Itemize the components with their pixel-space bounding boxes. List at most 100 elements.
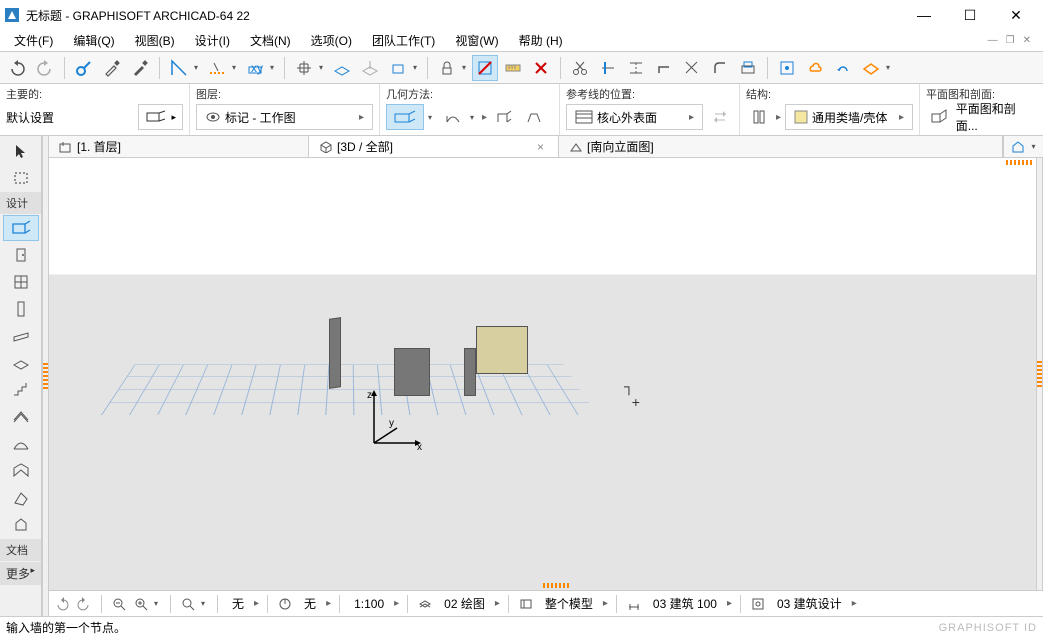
show-button[interactable] xyxy=(858,55,884,81)
box-button[interactable] xyxy=(385,55,411,81)
ruler-button[interactable] xyxy=(166,55,192,81)
zoom-out-button[interactable] xyxy=(110,595,128,613)
menu-help[interactable]: 帮助 (H) xyxy=(509,30,573,51)
menu-view[interactable]: 视图(B) xyxy=(125,30,185,51)
layer-selector[interactable]: 标记 - 工作图 ▸ xyxy=(196,104,373,130)
section-button[interactable] xyxy=(774,55,800,81)
dropdown-icon[interactable]: ▾ xyxy=(194,63,202,72)
menu-file[interactable]: 文件(F) xyxy=(4,30,63,51)
minimize-button[interactable]: — xyxy=(901,0,947,30)
slab-tool[interactable] xyxy=(3,350,39,376)
object-tool[interactable] xyxy=(3,512,39,538)
adjust-button[interactable] xyxy=(651,55,677,81)
morph-tool[interactable] xyxy=(3,485,39,511)
dropdown-icon[interactable]: ▾ xyxy=(428,113,436,122)
geom-trapezoid-button[interactable] xyxy=(521,104,547,130)
menu-document[interactable]: 文档(N) xyxy=(240,30,301,51)
eyedropper-button[interactable] xyxy=(99,55,125,81)
intersect-button[interactable] xyxy=(679,55,705,81)
wall-settings-button[interactable]: ▸ xyxy=(138,104,183,130)
door-tool[interactable] xyxy=(3,242,39,268)
scale-value[interactable]: 1:100 xyxy=(348,597,390,611)
window-tool[interactable] xyxy=(3,269,39,295)
suspend-button[interactable] xyxy=(472,55,498,81)
menu-design[interactable]: 设计(I) xyxy=(185,30,240,51)
menu-window[interactable]: 视窗(W) xyxy=(445,30,508,51)
wall-tool[interactable] xyxy=(3,215,39,241)
mdi-minimize-icon[interactable]: — xyxy=(986,35,1000,46)
roof-tool[interactable] xyxy=(3,404,39,430)
structure-basic-button[interactable] xyxy=(746,104,772,130)
more-section-label[interactable]: 更多 ▸ xyxy=(0,562,41,585)
inject-button[interactable] xyxy=(127,55,153,81)
flip-button[interactable] xyxy=(707,104,733,130)
right-drag-handle[interactable] xyxy=(1036,158,1043,590)
brand-label[interactable]: GRAPHISOFT ID xyxy=(939,622,1037,634)
fillet-button[interactable] xyxy=(707,55,733,81)
design-value[interactable]: 03 建筑设计 xyxy=(771,595,848,612)
geom-straight-button[interactable] xyxy=(386,104,424,130)
dropdown-icon[interactable]: ▾ xyxy=(270,63,278,72)
nav-back-button[interactable] xyxy=(53,595,71,613)
structure-selector[interactable]: 通用类墙/壳体 ▸ xyxy=(785,104,913,130)
cut-button[interactable] xyxy=(567,55,593,81)
quick-none-1[interactable]: 无 xyxy=(226,595,250,612)
beam-tool[interactable] xyxy=(3,323,39,349)
resize-button[interactable] xyxy=(735,55,761,81)
dropdown-icon[interactable]: ▾ xyxy=(413,63,421,72)
stair-tool[interactable] xyxy=(3,377,39,403)
geom-box-button[interactable] xyxy=(491,104,517,130)
dropdown-icon[interactable]: ▾ xyxy=(470,113,478,122)
snap-button[interactable]: xy xyxy=(242,55,268,81)
left-drag-handle[interactable] xyxy=(42,136,49,616)
dropdown-icon[interactable]: ▾ xyxy=(201,599,209,608)
menu-options[interactable]: 选项(O) xyxy=(301,30,362,51)
cancel-button[interactable] xyxy=(528,55,554,81)
undo-button[interactable] xyxy=(4,55,30,81)
gravity-button[interactable] xyxy=(357,55,383,81)
refline-selector[interactable]: 核心外表面 ▸ xyxy=(566,104,703,130)
measure-button[interactable] xyxy=(500,55,526,81)
model-value[interactable]: 整个模型 xyxy=(539,595,599,612)
dropdown-icon[interactable]: ▾ xyxy=(232,63,240,72)
nav-fwd-button[interactable] xyxy=(75,595,93,613)
menu-edit[interactable]: 编辑(Q) xyxy=(63,30,124,51)
redo-button[interactable] xyxy=(32,55,58,81)
tab-floorplan[interactable]: [1. 首层] xyxy=(49,136,309,157)
tab-elevation[interactable]: [南向立面图] xyxy=(559,136,1003,157)
arrow-tool[interactable] xyxy=(3,138,39,164)
dropdown-icon[interactable]: ▾ xyxy=(886,63,894,72)
trim-button[interactable] xyxy=(595,55,621,81)
marquee-tool[interactable] xyxy=(3,165,39,191)
split-button[interactable] xyxy=(623,55,649,81)
bottom-drag-handle[interactable] xyxy=(543,583,569,588)
dropdown-icon[interactable]: ▾ xyxy=(462,63,470,72)
lock-button[interactable] xyxy=(434,55,460,81)
building-value[interactable]: 03 建筑 100 xyxy=(647,595,723,612)
pick-button[interactable] xyxy=(71,55,97,81)
column-tool[interactable] xyxy=(3,296,39,322)
maximize-button[interactable]: ☐ xyxy=(947,0,993,30)
sync-button[interactable] xyxy=(830,55,856,81)
3d-viewport[interactable]: z x y ┐ + xyxy=(49,158,1036,590)
tab-close-icon[interactable]: × xyxy=(533,140,548,154)
fit-button[interactable] xyxy=(179,595,197,613)
quick-none-2[interactable]: 无 xyxy=(298,595,322,612)
cloud-button[interactable] xyxy=(802,55,828,81)
menu-teamwork[interactable]: 团队工作(T) xyxy=(362,30,445,51)
shell-tool[interactable] xyxy=(3,431,39,457)
guideline-button[interactable] xyxy=(204,55,230,81)
mdi-restore-icon[interactable]: ❐ xyxy=(1004,35,1017,46)
drawing-value[interactable]: 02 绘图 xyxy=(438,595,491,612)
mdi-close-icon[interactable]: ✕ xyxy=(1021,35,1033,46)
plane-button[interactable] xyxy=(329,55,355,81)
curtainwall-tool[interactable] xyxy=(3,458,39,484)
tab-3d[interactable]: [3D / 全部] × xyxy=(309,136,559,157)
dropdown-icon[interactable]: ▾ xyxy=(319,63,327,72)
plan-icon-button[interactable] xyxy=(926,104,952,130)
dropdown-icon[interactable]: ▾ xyxy=(154,599,162,608)
tab-tools[interactable]: ▾ xyxy=(1003,136,1043,157)
top-drag-handle[interactable] xyxy=(1006,160,1032,165)
close-button[interactable]: ✕ xyxy=(993,0,1039,30)
zoom-in-button[interactable] xyxy=(132,595,150,613)
